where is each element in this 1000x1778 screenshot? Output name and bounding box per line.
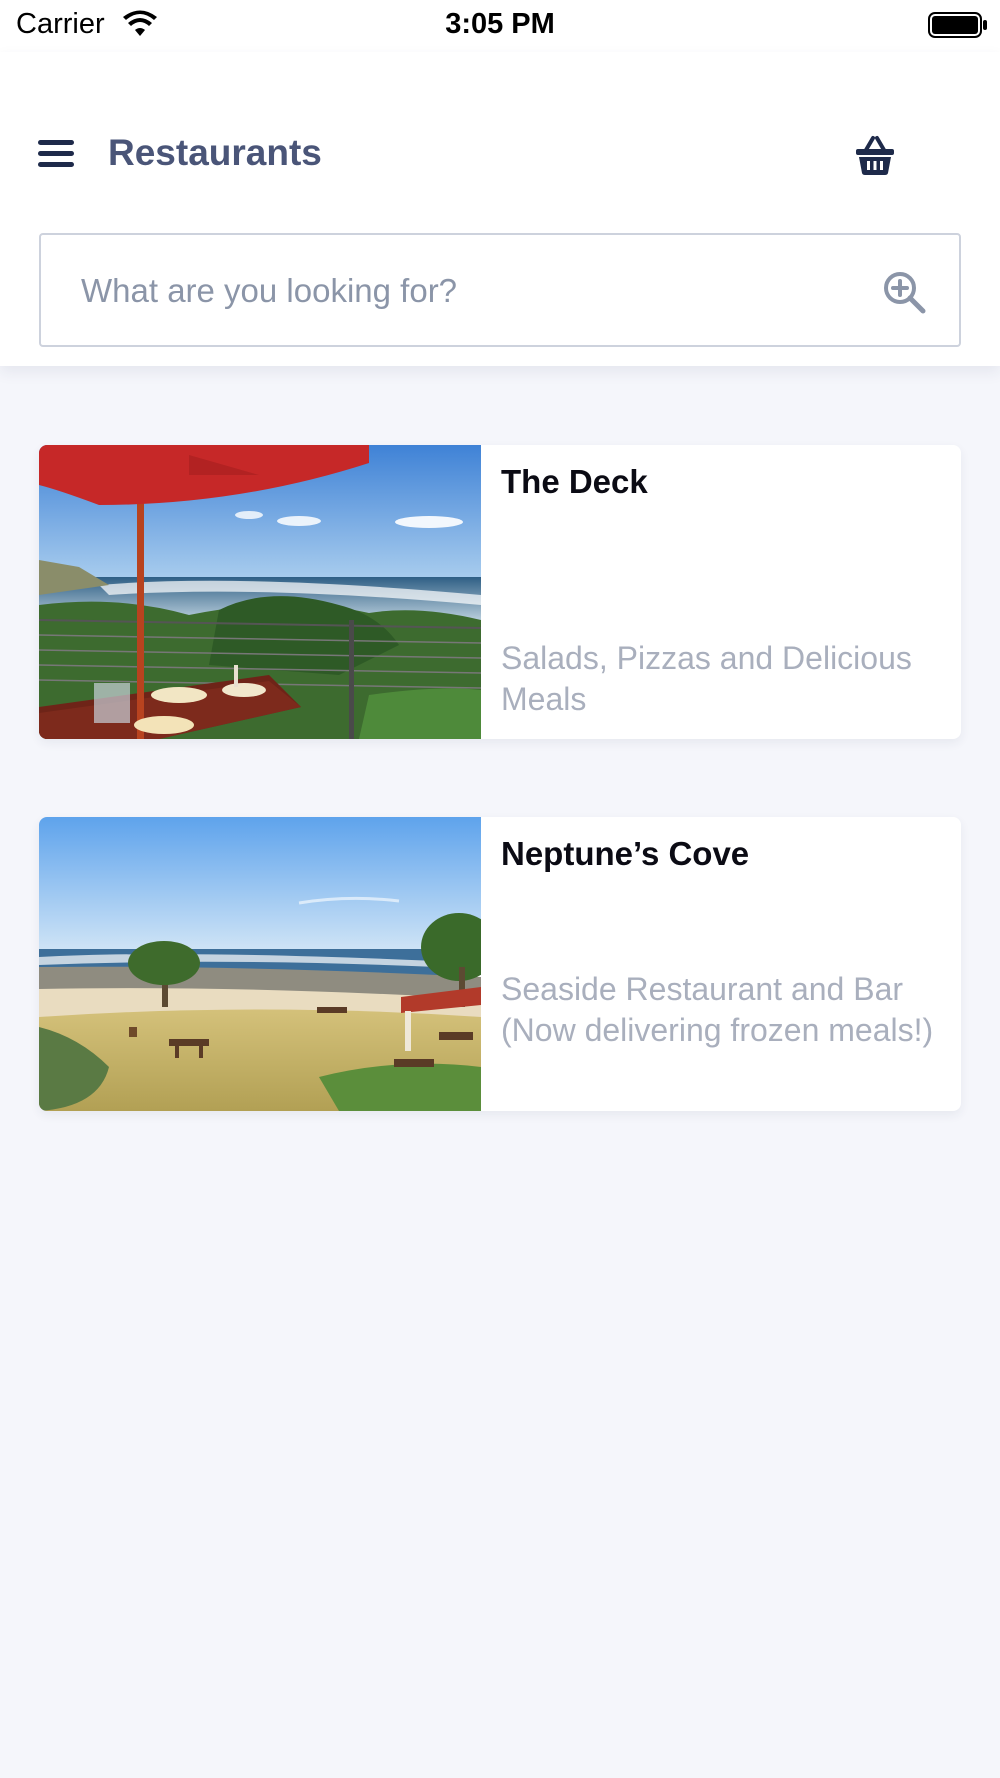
hamburger-menu-icon[interactable] (38, 138, 74, 170)
restaurant-card[interactable]: Neptune’s Cove Seaside Restaurant and Ba… (39, 817, 961, 1111)
search-input[interactable] (81, 261, 861, 321)
search-box (39, 233, 961, 347)
status-bar: Carrier 3:05 PM (0, 0, 1000, 52)
restaurant-name: The Deck (501, 463, 648, 500)
restaurant-photo-neptunes-cove (39, 817, 481, 1111)
restaurant-photo-the-deck (39, 445, 481, 739)
restaurant-description: Seaside Restaurant and Bar (Now deliveri… (501, 971, 934, 1048)
restaurant-name: Neptune’s Cove (501, 835, 750, 872)
battery-icon (928, 12, 987, 38)
page-title: Restaurants (108, 132, 322, 173)
app-header: Restaurants (0, 52, 1000, 366)
status-time: 3:05 PM (445, 8, 555, 40)
basket-icon[interactable] (854, 134, 896, 176)
restaurant-description: Salads, Pizzas and Delicious Meals (501, 640, 912, 717)
restaurant-card[interactable]: The Deck Salads, Pizzas and Delicious Me… (39, 445, 961, 739)
search-plus-icon[interactable] (881, 269, 927, 315)
